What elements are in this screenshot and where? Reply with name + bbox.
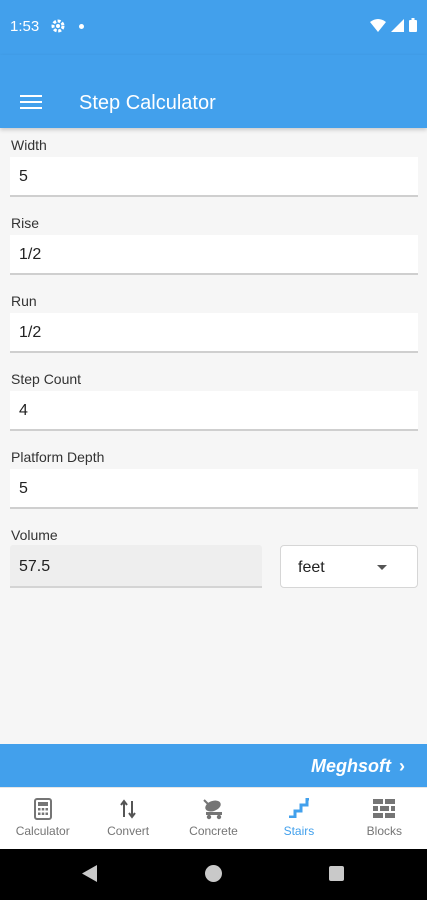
unit-dropdown[interactable]: feet <box>280 545 418 588</box>
cell-signal-icon <box>391 18 404 32</box>
platform-depth-input[interactable]: 5 <box>10 469 418 509</box>
volume-label: Volume <box>11 527 58 543</box>
nav-label-calculator: Calculator <box>15 824 70 838</box>
nav-label-blocks: Blocks <box>366 824 402 838</box>
rise-input[interactable]: 1/2 <box>10 235 418 275</box>
settings-gear-icon <box>51 19 65 38</box>
status-icons <box>370 18 417 32</box>
blocks-icon <box>372 798 396 823</box>
convert-arrows-icon <box>119 798 137 825</box>
nav-label-convert: Convert <box>107 824 150 838</box>
nav-item-convert[interactable]: Convert <box>85 788 170 850</box>
calculator-icon <box>33 798 52 825</box>
volume-output: 57.5 <box>10 545 262 588</box>
system-nav-bar <box>0 849 427 900</box>
platform-depth-label: Platform Depth <box>11 449 105 465</box>
chevron-right-icon: › <box>399 756 405 776</box>
status-bar: 1:53 <box>0 0 427 55</box>
banner-text: Meghsoft <box>311 756 391 776</box>
rise-label: Rise <box>11 215 40 231</box>
step-count-label: Step Count <box>11 371 82 387</box>
run-label: Run <box>11 293 37 309</box>
step-count-input[interactable]: 4 <box>10 391 418 431</box>
width-input[interactable]: 5 <box>10 157 418 197</box>
nav-item-concrete[interactable]: Concrete <box>171 788 256 850</box>
wifi-icon <box>370 18 386 32</box>
meghsoft-banner[interactable]: Meghsoft › <box>0 744 427 787</box>
notification-dot-icon <box>79 24 84 29</box>
nav-label-stairs: Stairs <box>283 824 315 838</box>
home-circle-icon[interactable] <box>205 865 222 882</box>
run-input[interactable]: 1/2 <box>10 313 418 353</box>
nav-label-concrete: Concrete <box>189 824 238 838</box>
battery-icon <box>409 18 417 32</box>
status-time: 1:53 <box>10 18 40 35</box>
concrete-mixer-icon <box>202 798 226 825</box>
hamburger-menu-icon[interactable] <box>20 95 42 113</box>
width-label: Width <box>11 137 47 153</box>
app-bar: Step Calculator <box>0 55 427 128</box>
stairs-icon <box>288 797 310 823</box>
back-triangle-icon[interactable] <box>82 865 98 887</box>
page-title: Step Calculator <box>79 92 216 114</box>
bottom-nav: Calculator Convert Concrete Stairs Block… <box>0 787 427 850</box>
nav-item-blocks[interactable]: Blocks <box>342 788 427 850</box>
recents-square-icon[interactable] <box>329 866 344 881</box>
nav-item-calculator[interactable]: Calculator <box>0 788 85 850</box>
nav-item-stairs[interactable]: Stairs <box>256 788 341 850</box>
dropdown-arrow-icon <box>377 565 387 570</box>
unit-selected-value: feet <box>298 559 325 576</box>
